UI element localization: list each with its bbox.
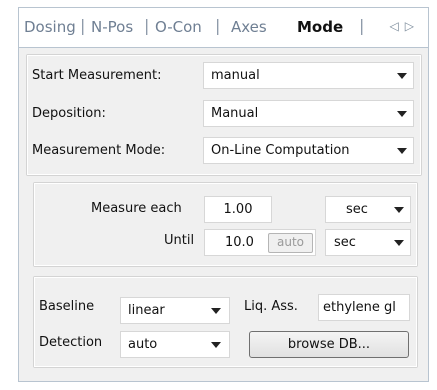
tab-mode[interactable]: Mode	[297, 18, 343, 36]
until-unit-select[interactable]: sec	[325, 229, 411, 256]
chevron-down-icon	[397, 148, 407, 154]
until-value: 10.0	[225, 235, 254, 250]
measurement-mode-label: Measurement Mode:	[32, 143, 166, 158]
tab-scroll-arrows[interactable]: ◁▷	[390, 19, 420, 33]
tab-n-pos[interactable]: N-Pos	[91, 18, 133, 36]
mode-tab-content: Start Measurement: manual Deposition: Ma…	[19, 48, 428, 381]
baseline-value: linear	[128, 303, 165, 318]
until-auto-button[interactable]: auto	[268, 233, 313, 253]
liq-ass-label: Liq. Ass.	[244, 299, 298, 314]
measurement-mode-value: On-Line Computation	[211, 143, 350, 158]
measure-each-label: Measure each	[91, 201, 182, 216]
start-measurement-label: Start Measurement:	[32, 68, 162, 83]
start-measurement-value: manual	[211, 68, 260, 83]
detection-value: auto	[128, 337, 158, 352]
browse-db-button[interactable]: browse DB...	[249, 331, 409, 358]
until-unit-value: sec	[334, 235, 356, 250]
baseline-select[interactable]: linear	[120, 297, 230, 324]
measure-each-unit-value: sec	[346, 202, 368, 217]
start-measurement-select[interactable]: manual	[203, 62, 414, 89]
chevron-down-icon	[394, 207, 404, 213]
tab-axes[interactable]: Axes	[231, 18, 267, 36]
tab-separator: |	[215, 16, 221, 35]
tab-dosing[interactable]: Dosing	[24, 18, 76, 36]
measure-each-input[interactable]: 1.00	[204, 196, 272, 223]
tab-separator: |	[144, 16, 150, 35]
detection-label: Detection	[39, 335, 103, 350]
deposition-value: Manual	[211, 106, 259, 121]
tab-o-con[interactable]: O-Con	[155, 18, 202, 36]
tab-bar: Dosing | N-Pos | O-Con | Axes Mode | ◁▷	[19, 8, 428, 48]
mode-settings-panel: Dosing | N-Pos | O-Con | Axes Mode | ◁▷ …	[0, 0, 437, 390]
measurement-mode-select[interactable]: On-Line Computation	[203, 137, 414, 164]
chevron-down-icon	[394, 240, 404, 246]
tab-separator: |	[359, 16, 365, 35]
chevron-down-icon	[397, 73, 407, 79]
tab-control: Dosing | N-Pos | O-Con | Axes Mode | ◁▷ …	[18, 7, 429, 382]
detection-select[interactable]: auto	[120, 331, 230, 358]
chevron-down-icon	[211, 342, 221, 348]
measure-each-unit-select[interactable]: sec	[325, 196, 411, 223]
deposition-label: Deposition:	[32, 106, 106, 121]
until-label: Until	[164, 233, 195, 248]
baseline-label: Baseline	[39, 299, 95, 314]
chevron-down-icon	[397, 111, 407, 117]
tab-separator: |	[80, 16, 86, 35]
chevron-down-icon	[211, 308, 221, 314]
liq-ass-field[interactable]: ethylene gl	[318, 294, 410, 321]
deposition-select[interactable]: Manual	[203, 100, 414, 127]
